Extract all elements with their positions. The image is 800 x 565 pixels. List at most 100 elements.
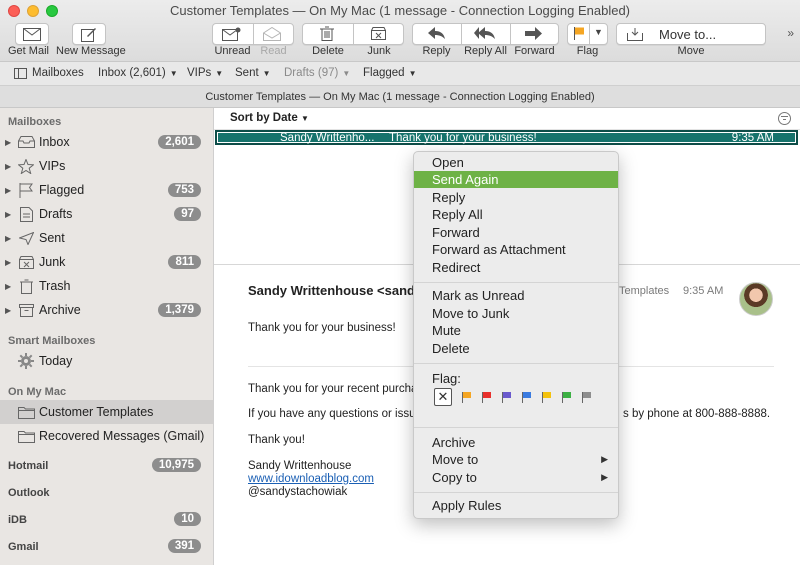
sidebar: Mailboxes ▶ Inbox 2,601 ▶ VIPs ▶ Flagged… (0, 108, 214, 565)
disclosure-triangle-icon[interactable]: ▶ (5, 282, 15, 291)
message-list-row[interactable]: Sandy Writtenho... Thank you for your bu… (215, 130, 798, 145)
flag-orange-icon[interactable] (462, 391, 472, 403)
message-sender: Sandy Writtenhouse <sand (248, 283, 415, 298)
sidebar-item-trash[interactable]: ▶ Trash (0, 274, 213, 298)
favorites-flagged[interactable]: Flagged ▼ (363, 67, 416, 79)
toolbar-overflow-chevron-icon[interactable]: » (787, 26, 794, 40)
menu-item-forward-as-attachment[interactable]: Forward as Attachment (414, 241, 618, 258)
get-mail-button[interactable] (15, 23, 49, 45)
account-idb[interactable]: iDB (8, 514, 27, 526)
signature-link[interactable]: www.idownloadblog.com (248, 473, 374, 485)
favorites-mailboxes-button[interactable]: Mailboxes (14, 67, 84, 79)
favorites-vips[interactable]: VIPs ▼ (187, 67, 223, 79)
flag-purple-icon[interactable] (502, 391, 512, 403)
menu-item-reply-all[interactable]: Reply All (414, 206, 618, 223)
delete-button[interactable] (320, 26, 334, 44)
menu-item-archive[interactable]: Archive (414, 434, 618, 451)
message-view-time: 9:35 AM (683, 285, 724, 297)
menu-item-apply-rules[interactable]: Apply Rules (414, 497, 618, 514)
segment-divider (510, 23, 511, 45)
disclosure-triangle-icon[interactable]: ▶ (5, 258, 15, 267)
menu-item-send-again[interactable]: Send Again (414, 171, 618, 188)
favorites-sent[interactable]: Sent ▼ (235, 67, 271, 79)
flag-yellow-icon[interactable] (542, 391, 552, 403)
sidebar-item-junk[interactable]: ▶ Junk 811 (0, 250, 213, 274)
menu-item-mute[interactable]: Mute (414, 322, 618, 339)
move-to-button[interactable]: Move to... (616, 23, 766, 45)
account-gmail[interactable]: Gmail (8, 541, 39, 553)
unread-count-badge: 2,601 (158, 135, 201, 149)
sidebar-item-today[interactable]: Today (0, 349, 213, 373)
new-message-button[interactable] (72, 23, 106, 45)
sidebar-item-inbox[interactable]: ▶ Inbox 2,601 (0, 130, 213, 154)
chevron-down-icon: ▼ (169, 68, 178, 78)
forward-button[interactable] (525, 27, 542, 43)
signature-name: Sandy Writtenhouse (248, 460, 352, 472)
sidebar-item-sent[interactable]: ▶ Sent (0, 226, 213, 250)
message-body-line: Thank you for your recent purcha (248, 383, 418, 395)
message-body-line: Thank you! (248, 434, 305, 446)
unread-button[interactable] (222, 27, 242, 44)
gear-icon (17, 353, 35, 369)
message-time: 9:35 AM (731, 132, 774, 144)
favorites-drafts[interactable]: Drafts (97) ▼ (284, 67, 350, 79)
reply-all-button[interactable] (474, 27, 496, 43)
menu-separator (414, 363, 618, 364)
mailboxes-header[interactable]: Mailboxes (8, 116, 61, 128)
move-to-text: Move to... (659, 26, 717, 42)
read-button[interactable] (263, 26, 281, 44)
menu-item-forward[interactable]: Forward (414, 224, 618, 241)
flag-blue-icon[interactable] (522, 391, 532, 403)
disclosure-triangle-icon[interactable]: ▶ (5, 138, 15, 147)
chevron-down-icon: ▼ (342, 68, 351, 78)
sidebar-item-recovered-messages[interactable]: Recovered Messages (Gmail) (0, 424, 213, 448)
sidebar-item-drafts[interactable]: ▶ Drafts 97 (0, 202, 213, 226)
filter-icon[interactable] (778, 112, 791, 125)
sidebar-toggle-icon (14, 67, 27, 79)
menu-separator (414, 427, 618, 428)
clear-flag-button[interactable]: ✕ (434, 388, 452, 406)
flag-red-icon[interactable] (482, 391, 492, 403)
disclosure-triangle-icon[interactable]: ▶ (5, 162, 15, 171)
menu-item-delete[interactable]: Delete (414, 340, 618, 357)
count-badge: 10 (174, 512, 201, 526)
account-hotmail[interactable]: Hotmail (8, 460, 48, 472)
flag-dropdown-chevron-icon[interactable]: ▼ (594, 27, 603, 37)
forward-arrow-icon (525, 27, 542, 40)
forward-label: Forward (514, 45, 555, 57)
flag-gray-icon[interactable] (582, 391, 592, 403)
menu-item-move-to-junk[interactable]: Move to Junk (414, 305, 618, 322)
message-subject-line: Thank you for your business! (248, 322, 396, 334)
disclosure-triangle-icon[interactable]: ▶ (5, 234, 15, 243)
sidebar-item-vips[interactable]: ▶ VIPs (0, 154, 213, 178)
flag-icon (17, 182, 35, 198)
smart-mailboxes-header[interactable]: Smart Mailboxes (8, 335, 95, 347)
disclosure-triangle-icon[interactable]: ▶ (5, 306, 15, 315)
reply-all-arrow-icon (474, 27, 495, 39)
disclosure-triangle-icon[interactable]: ▶ (5, 210, 15, 219)
junk-button[interactable] (371, 27, 386, 43)
menu-item-reply[interactable]: Reply (414, 189, 618, 206)
sort-by-button[interactable]: Sort by Date ▼ (230, 112, 309, 124)
chevron-down-icon: ▼ (408, 68, 417, 78)
segment-divider (253, 23, 254, 45)
menu-item-mark-unread[interactable]: Mark as Unread (414, 287, 618, 304)
account-outlook[interactable]: Outlook (8, 487, 50, 499)
sidebar-item-archive[interactable]: ▶ Archive 1,379 (0, 298, 213, 322)
favorites-inbox[interactable]: Inbox (2,601) ▼ (98, 67, 178, 79)
menu-item-copy-to[interactable]: Copy to ▶ (414, 469, 618, 486)
get-mail-label: Get Mail (8, 45, 49, 57)
reply-button[interactable] (428, 27, 446, 43)
envelope-icon (23, 27, 41, 41)
menu-item-redirect[interactable]: Redirect (414, 259, 618, 276)
disclosure-triangle-icon[interactable]: ▶ (5, 186, 15, 195)
flag-green-icon[interactable] (562, 391, 572, 403)
menu-item-move-to[interactable]: Move to ▶ (414, 451, 618, 468)
sidebar-item-flagged[interactable]: ▶ Flagged 753 (0, 178, 213, 202)
sidebar-item-customer-templates[interactable]: Customer Templates (0, 400, 213, 424)
menu-item-open[interactable]: Open (414, 154, 618, 171)
on-my-mac-header[interactable]: On My Mac (8, 386, 66, 398)
chevron-down-icon: ▼ (215, 68, 224, 78)
count-badge: 10,975 (151, 458, 201, 472)
message-mailbox: Templates (619, 285, 670, 297)
